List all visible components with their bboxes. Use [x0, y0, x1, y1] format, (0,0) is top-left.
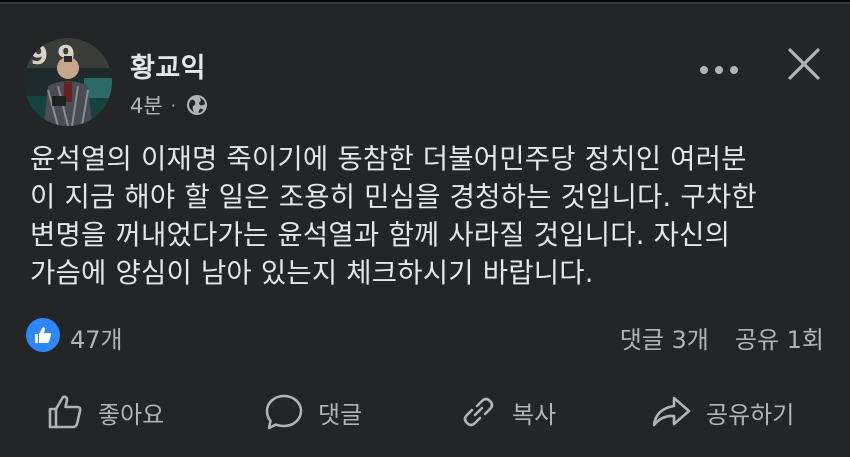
thumbs-up-icon[interactable]: [26, 318, 60, 352]
copy-button[interactable]: 복사: [458, 382, 556, 442]
comment-label: 댓글: [318, 400, 363, 429]
avatar[interactable]: 9 9: [24, 38, 112, 126]
share-arrow-icon: [652, 396, 691, 427]
like-button[interactable]: 좋아요: [46, 382, 164, 442]
avatar-image: 9 9: [24, 38, 112, 126]
thumbs-up-outline-icon: [48, 395, 82, 429]
comment-bubble-icon: [265, 394, 303, 430]
globe-icon: [186, 94, 208, 116]
comment-button[interactable]: 댓글: [264, 382, 362, 442]
copy-label: 복사: [512, 400, 557, 429]
post-meta: 4분 ·: [130, 90, 208, 120]
post-time[interactable]: 4분: [130, 90, 163, 120]
like-count[interactable]: 47개: [70, 320, 123, 355]
link-icon: [463, 397, 494, 427]
meta-separator: ·: [170, 95, 176, 115]
post-header: 9 9 황교익 4분 ·: [24, 34, 824, 126]
close-button[interactable]: [780, 40, 828, 88]
like-label: 좋아요: [98, 400, 165, 429]
share-button[interactable]: 공유하기: [650, 382, 794, 442]
share-label: 공유하기: [706, 400, 795, 429]
post-card: 9 9 황교익 4분 · 윤석열의 이재명 죽이기에 동참한 더불어민주당 정치…: [0, 0, 850, 457]
close-icon: [788, 48, 820, 80]
post-stats: 47개 댓글 3개 공유 1회: [24, 316, 824, 356]
more-options-button[interactable]: [688, 50, 750, 90]
share-count[interactable]: 공유 1회: [735, 320, 824, 355]
comment-count[interactable]: 댓글 3개: [620, 320, 709, 355]
stats-right: 댓글 3개 공유 1회: [620, 320, 824, 355]
more-dots-icon: [700, 66, 738, 74]
author-name[interactable]: 황교익: [130, 46, 206, 85]
action-bar: 좋아요 댓글 복사 공유하기: [0, 382, 850, 442]
post-text: 윤석열의 이재명 죽이기에 동참한 더불어민주당 정치인 여러분 이 지금 해야…: [30, 143, 757, 289]
